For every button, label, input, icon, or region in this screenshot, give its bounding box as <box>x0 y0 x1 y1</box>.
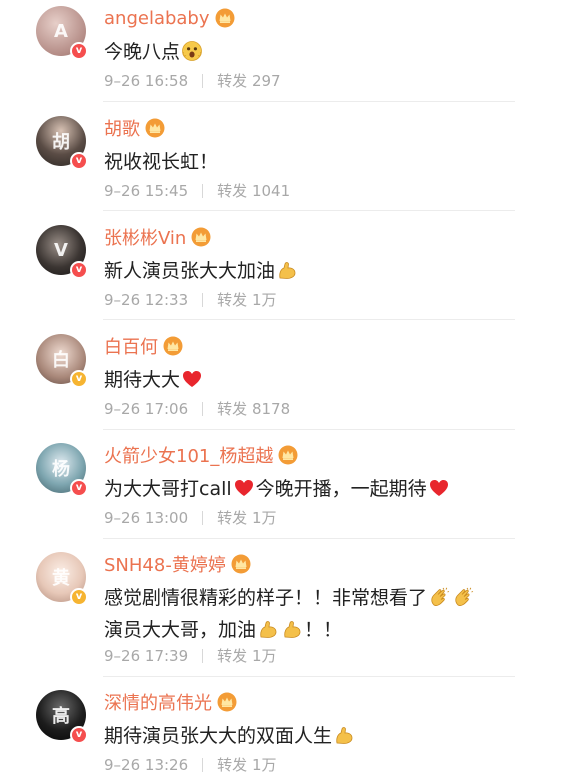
meta-divider <box>202 401 204 416</box>
red-heart-emoji-icon <box>181 368 203 390</box>
clapping-hands-emoji-icon <box>452 586 474 608</box>
divider <box>103 538 515 539</box>
vip-crown-icon <box>191 227 211 247</box>
divider <box>103 676 515 677</box>
shocked-face-emoji-icon <box>181 40 203 62</box>
repost-button[interactable]: 转发 1万 <box>217 289 276 310</box>
meta-divider <box>202 648 204 663</box>
verified-badge-icon: v <box>70 261 88 279</box>
vip-crown-icon <box>217 692 237 712</box>
verified-badge-icon: v <box>70 42 88 60</box>
vip-crown-icon <box>278 445 298 465</box>
timestamp: 9–26 13:00 <box>104 508 189 527</box>
divider <box>103 101 515 102</box>
timestamp: 9–26 17:06 <box>104 399 189 418</box>
comment-item: 胡 v 胡歌 祝收视长虹！ 9–26 15:45 转发 1041 <box>0 112 573 210</box>
timestamp: 9–26 16:58 <box>104 71 189 90</box>
red-heart-emoji-icon <box>428 477 450 499</box>
comment-item: 高 v 深情的高伟光 期待演员张大大的双面人生 9–26 13:26 转发 1万 <box>0 686 573 778</box>
timestamp: 9–26 17:39 <box>104 646 189 665</box>
meta-divider <box>202 757 204 772</box>
comment-text: 今晚八点 <box>104 36 524 68</box>
comment-feed: A v angelababy 今晚八点 9–26 16:58 转发 297 胡 … <box>0 0 573 778</box>
comment-meta: 9–26 16:58 转发 297 <box>104 70 281 91</box>
verified-badge-icon: v <box>70 152 88 170</box>
comment-text: 期待大大 <box>104 364 524 396</box>
timestamp: 9–26 15:45 <box>104 181 189 200</box>
repost-button[interactable]: 转发 1万 <box>217 754 276 775</box>
flexed-bicep-emoji-icon <box>257 618 279 640</box>
username[interactable]: SNH48-黄婷婷 <box>104 551 226 577</box>
vip-crown-icon <box>215 8 235 28</box>
comment-meta: 9–26 17:06 转发 8178 <box>104 398 290 419</box>
flexed-bicep-emoji-icon <box>281 618 303 640</box>
clapping-hands-emoji-icon <box>428 586 450 608</box>
repost-button[interactable]: 转发 1万 <box>217 645 276 666</box>
username[interactable]: 胡歌 <box>104 115 140 141</box>
comment-text: 期待演员张大大的双面人生 <box>104 720 524 752</box>
username[interactable]: angelababy <box>104 8 210 29</box>
divider <box>103 210 515 211</box>
comment-meta: 9–26 15:45 转发 1041 <box>104 180 290 201</box>
meta-divider <box>202 510 204 525</box>
meta-divider <box>202 73 204 88</box>
vip-crown-icon <box>231 554 251 574</box>
vip-crown-icon <box>163 336 183 356</box>
repost-button[interactable]: 转发 297 <box>217 70 280 91</box>
comment-item: 黄 v SNH48-黄婷婷 感觉剧情很精彩的样子！！非常想看了 演员大大哥，加油！… <box>0 548 573 676</box>
username[interactable]: 张彬彬Vin <box>104 224 186 250</box>
comment-text: 感觉剧情很精彩的样子！！非常想看了 演员大大哥，加油！！ <box>104 582 524 646</box>
timestamp: 9–26 13:26 <box>104 755 189 774</box>
divider <box>103 429 515 430</box>
comment-text: 为大大哥打call 今晚开播，一起期待 <box>104 473 524 505</box>
comment-meta: 9–26 13:00 转发 1万 <box>104 507 276 528</box>
comment-text: 新人演员张大大加油 <box>104 255 524 287</box>
username[interactable]: 白百何 <box>104 333 158 359</box>
comment-item: 白 v 白百何 期待大大 9–26 17:06 转发 8178 <box>0 330 573 428</box>
comment-item: 杨 v 火箭少女101_杨超越 为大大哥打call 今晚开播，一起期待 9–26 … <box>0 439 573 537</box>
meta-divider <box>202 183 204 198</box>
flexed-bicep-emoji-icon <box>333 724 355 746</box>
username[interactable]: 深情的高伟光 <box>104 689 212 715</box>
repost-button[interactable]: 转发 1041 <box>217 180 290 201</box>
divider <box>103 319 515 320</box>
timestamp: 9–26 12:33 <box>104 290 189 309</box>
comment-item: A v angelababy 今晚八点 9–26 16:58 转发 297 <box>0 2 573 100</box>
comment-meta: 9–26 12:33 转发 1万 <box>104 289 276 310</box>
repost-button[interactable]: 转发 1万 <box>217 507 276 528</box>
verified-badge-icon: v <box>70 588 88 606</box>
comment-item: V v 张彬彬Vin 新人演员张大大加油 9–26 12:33 转发 1万 <box>0 221 573 319</box>
comment-text: 祝收视长虹！ <box>104 151 219 173</box>
comment-meta: 9–26 17:39 转发 1万 <box>104 645 276 666</box>
verified-badge-icon: v <box>70 726 88 744</box>
repost-button[interactable]: 转发 8178 <box>217 398 290 419</box>
username[interactable]: 火箭少女101_杨超越 <box>104 442 273 468</box>
red-heart-emoji-icon <box>233 477 255 499</box>
meta-divider <box>202 292 204 307</box>
verified-badge-icon: v <box>70 479 88 497</box>
vip-crown-icon <box>145 118 165 138</box>
comment-meta: 9–26 13:26 转发 1万 <box>104 754 276 775</box>
flexed-bicep-emoji-icon <box>276 259 298 281</box>
verified-badge-icon: v <box>70 370 88 388</box>
